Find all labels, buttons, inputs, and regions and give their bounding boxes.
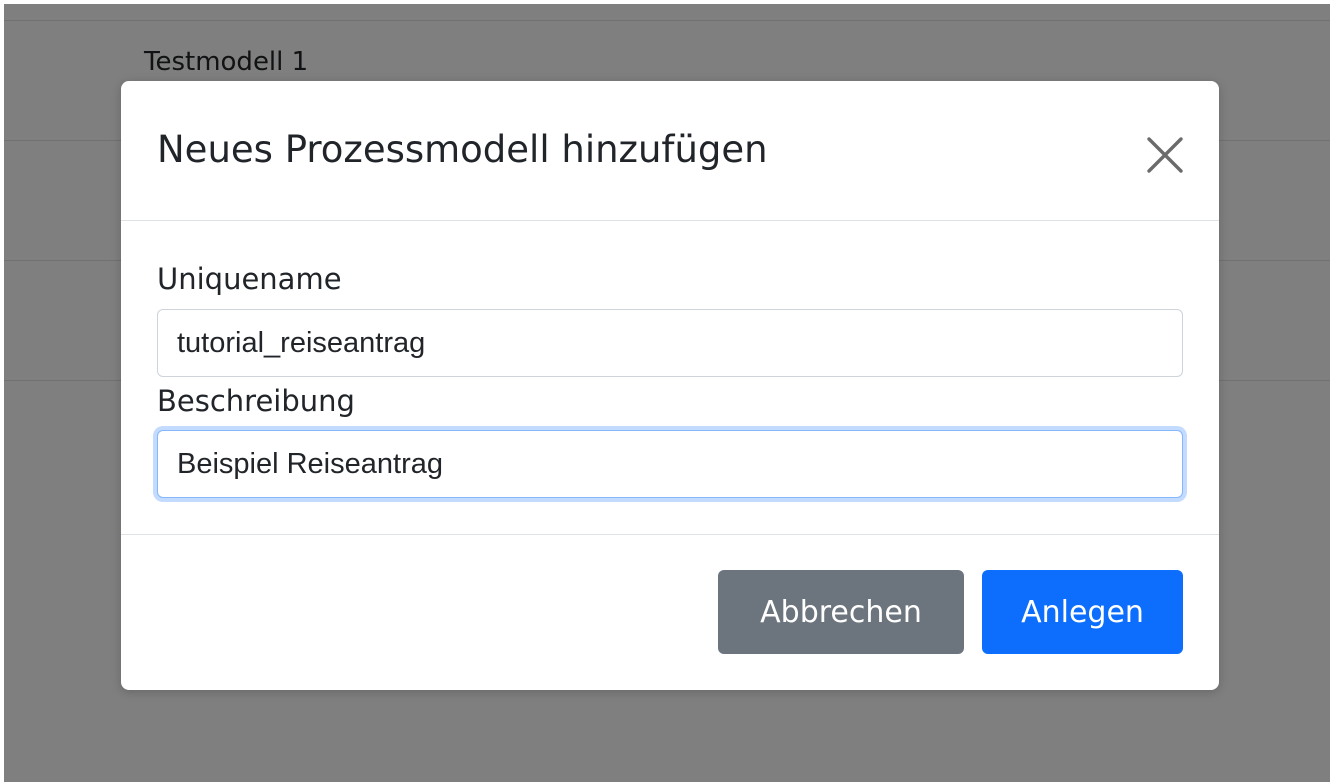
- beschreibung-input[interactable]: [157, 430, 1183, 498]
- uniquename-input[interactable]: [157, 309, 1183, 377]
- screen: Testmodell 1 Neues Prozessmodell hinzufü…: [0, 0, 1330, 782]
- modal-header: Neues Prozessmodell hinzufügen: [121, 81, 1219, 221]
- uniquename-label: Uniquename: [157, 262, 342, 296]
- close-icon: [1147, 137, 1183, 173]
- beschreibung-label: Beschreibung: [157, 384, 355, 418]
- modal-footer: Abbrechen Anlegen: [121, 535, 1219, 690]
- modal-body: Uniquename Beschreibung: [121, 221, 1219, 535]
- cancel-button[interactable]: Abbrechen: [718, 570, 964, 654]
- close-button[interactable]: [1141, 131, 1189, 179]
- create-button[interactable]: Anlegen: [982, 570, 1183, 654]
- modal-title: Neues Prozessmodell hinzufügen: [157, 128, 768, 171]
- add-process-model-dialog: Neues Prozessmodell hinzufügen Uniquenam…: [121, 81, 1219, 690]
